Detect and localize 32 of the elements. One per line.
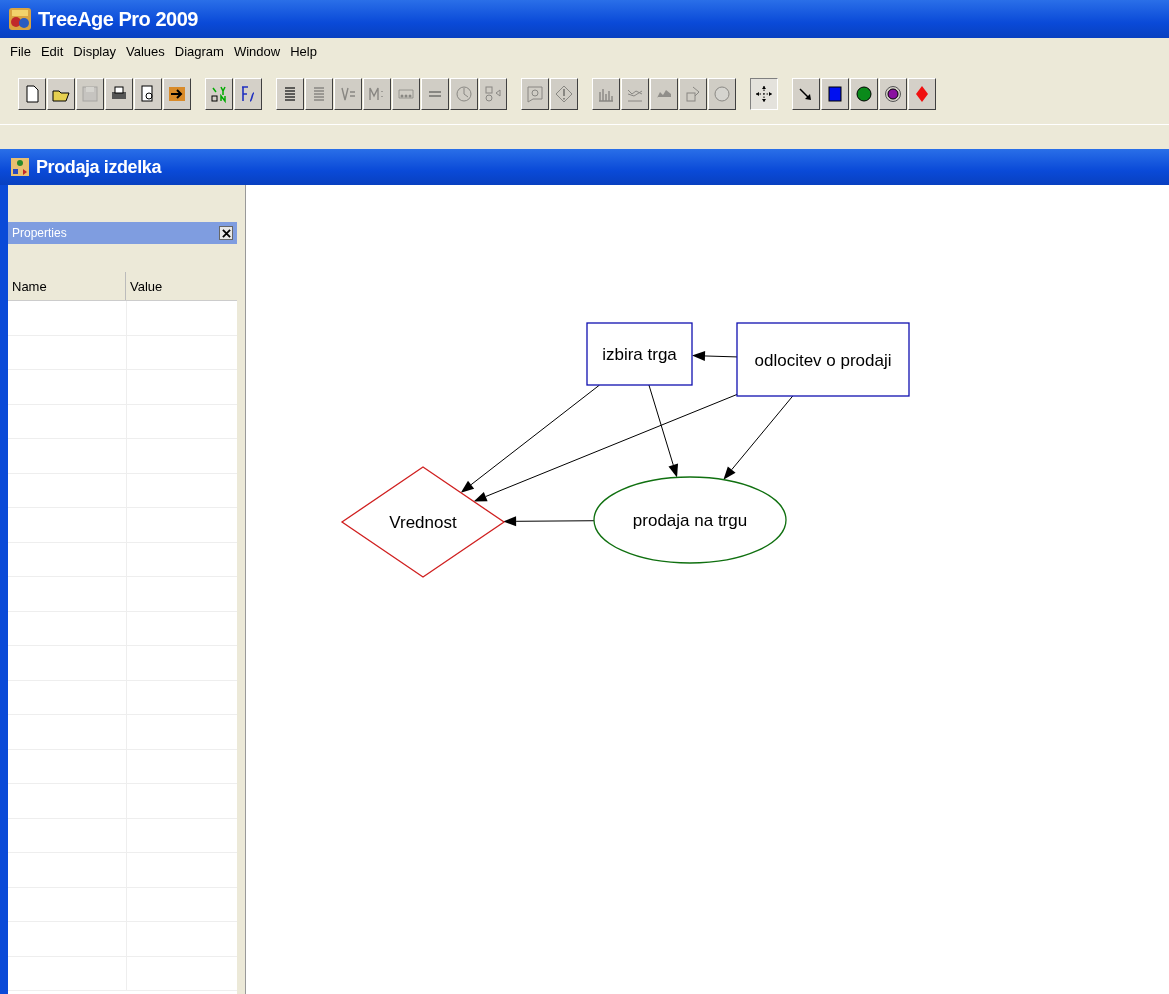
value-node: Vrednost: [340, 466, 506, 578]
sphere-icon: [712, 84, 732, 104]
column-header[interactable]: Value: [126, 272, 163, 300]
menu-item[interactable]: Window: [233, 43, 281, 59]
diagram-icon: [10, 157, 30, 177]
window-title: TreeAge Pro 2009: [38, 7, 198, 31]
move-icon: [754, 84, 774, 104]
circle-icon: [854, 84, 874, 104]
menu-item[interactable]: File: [10, 43, 31, 59]
toolbar-button[interactable]: [750, 78, 778, 110]
column-header[interactable]: Name: [8, 272, 126, 300]
yes-no-icon: [209, 84, 229, 104]
help-icon: [525, 84, 545, 104]
warning-icon: [554, 84, 574, 104]
menu-item[interactable]: Help: [290, 43, 317, 59]
arrow: [692, 350, 738, 361]
document-title: Prodaja izdelka: [36, 156, 162, 178]
menu-item[interactable]: Display: [73, 43, 116, 59]
menu-item[interactable]: Edit: [40, 43, 64, 59]
close-icon: [221, 228, 231, 238]
menu-item[interactable]: Values: [126, 43, 165, 59]
ring-circle-icon: [883, 84, 903, 104]
square-icon: [825, 84, 845, 104]
menu-item[interactable]: Diagram: [174, 43, 224, 59]
panel-title: Properties: [12, 226, 67, 240]
decision-node: odlocitev o prodaji: [736, 322, 910, 397]
close-button[interactable]: [219, 226, 233, 240]
app-logo-icon: [8, 7, 32, 31]
clock-icon: [454, 84, 474, 104]
decision-node: izbira trga: [586, 322, 693, 386]
shapes-icon: [483, 84, 503, 104]
chance-node: prodaja na trgu: [593, 476, 787, 564]
